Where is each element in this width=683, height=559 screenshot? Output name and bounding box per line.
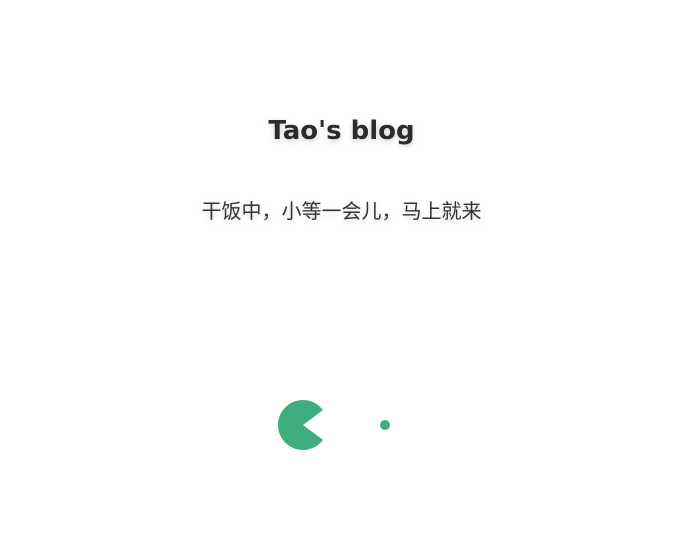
pellet-dot <box>380 420 390 430</box>
pacman-loader-icon <box>278 400 323 450</box>
loading-screen: Tao's blog 干饭中，小等一会儿，马上就来 <box>0 0 683 559</box>
loading-message: 干饭中，小等一会儿，马上就来 <box>201 199 482 223</box>
pacman-body <box>278 400 323 450</box>
site-title: Tao's blog <box>268 116 415 146</box>
